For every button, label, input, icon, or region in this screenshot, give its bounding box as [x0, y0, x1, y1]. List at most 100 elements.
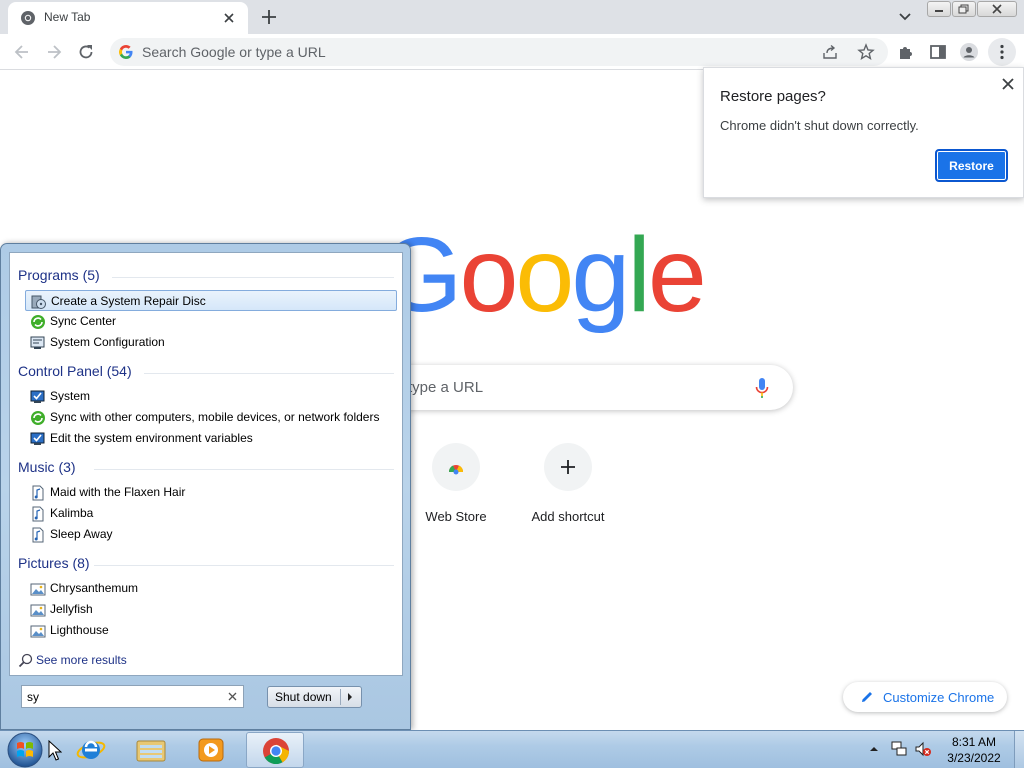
shortcut-label: Add shortcut — [531, 509, 605, 524]
see-more-label: See more results — [36, 653, 127, 667]
result-label: Sleep Away — [50, 527, 113, 541]
start-search-input[interactable] — [27, 689, 217, 705]
profile-avatar-icon[interactable] — [959, 42, 979, 62]
restore-window-icon — [958, 4, 969, 14]
search-result-item[interactable]: System — [25, 386, 397, 407]
system-icon — [30, 390, 45, 403]
side-panel-icon[interactable] — [928, 42, 948, 62]
see-more-results-link[interactable]: See more results — [18, 652, 158, 670]
taskbar-chrome[interactable] — [246, 732, 304, 768]
group-divider — [144, 373, 394, 374]
restore-button[interactable]: Restore — [935, 149, 1008, 182]
forward-arrow-icon[interactable] — [44, 42, 64, 62]
taskbar-internet-explorer[interactable] — [62, 732, 120, 768]
tab-strip: New Tab — [0, 0, 1024, 34]
google-g-icon — [119, 45, 133, 59]
restore-window-button[interactable] — [952, 1, 976, 17]
media-player-icon — [198, 738, 224, 762]
result-label: Jellyfish — [50, 602, 93, 616]
search-result-item[interactable]: Maid with the Flaxen Hair — [25, 482, 397, 503]
search-result-item[interactable]: Create a System Repair Disc — [25, 290, 397, 311]
search-result-item[interactable]: Kalimba — [25, 503, 397, 524]
search-result-item[interactable]: Sync Center — [25, 311, 397, 332]
bookmark-star-icon[interactable] — [857, 43, 875, 61]
new-tab-button[interactable] — [258, 6, 280, 28]
clear-search-icon[interactable] — [226, 690, 239, 703]
internet-explorer-icon — [76, 740, 106, 759]
pencil-icon — [862, 692, 872, 702]
customize-label: Customize Chrome — [883, 690, 995, 705]
shutdown-label: Shut down — [275, 690, 332, 704]
chrome-icon — [263, 738, 290, 765]
show-hidden-icons-icon[interactable] — [868, 743, 880, 755]
search-result-item[interactable]: Edit the system environment variables — [25, 428, 397, 449]
clock-time: 8:31 AM — [951, 735, 997, 749]
result-group-header[interactable]: Pictures (8) — [18, 555, 90, 571]
music-file-icon — [32, 527, 44, 543]
ntp-search-placeholder: type a URL — [408, 379, 484, 396]
system-icon — [30, 432, 45, 445]
music-file-icon — [32, 506, 44, 522]
shutdown-separator — [340, 689, 341, 705]
system-clock[interactable]: 8:31 AM 3/23/2022 — [938, 734, 1010, 766]
customize-chrome-button[interactable]: Customize Chrome — [843, 682, 1007, 712]
reload-icon[interactable] — [76, 42, 96, 62]
kebab-menu-icon — [1000, 44, 1004, 60]
close-icon[interactable] — [220, 9, 238, 27]
start-menu: Programs (5) Create a System Repair Disc S… — [0, 243, 411, 730]
menu-button[interactable] — [988, 38, 1016, 66]
sync-icon — [31, 411, 45, 425]
minimize-button[interactable] — [927, 1, 951, 17]
result-group-header[interactable]: Programs (5) — [18, 267, 100, 283]
network-icon[interactable] — [890, 740, 908, 758]
start-search-box[interactable] — [21, 685, 244, 708]
dialog-title: Restore pages? — [720, 88, 826, 105]
shortcut-add[interactable]: Add shortcut — [518, 443, 618, 524]
result-group-header[interactable]: Control Panel (54) — [18, 363, 132, 379]
search-results-pane: Programs (5) Create a System Repair Disc S… — [9, 252, 403, 676]
result-label: Create a System Repair Disc — [51, 294, 206, 308]
result-label: Maid with the Flaxen Hair — [50, 485, 186, 499]
search-result-item[interactable]: Chrysanthemum — [25, 578, 397, 599]
result-label: Lighthouse — [50, 623, 109, 637]
search-result-item[interactable]: Sync with other computers, mobile device… — [25, 407, 397, 428]
chevron-down-icon[interactable] — [896, 9, 914, 25]
share-icon[interactable] — [822, 44, 838, 60]
show-desktop-button[interactable] — [1014, 731, 1024, 768]
repair-disc-icon — [31, 295, 46, 309]
tab-new-tab[interactable]: New Tab — [8, 2, 248, 34]
shortcut-web-store[interactable]: Web Store — [406, 443, 506, 524]
picture-file-icon — [30, 583, 46, 596]
taskbar-media-player[interactable] — [182, 732, 240, 768]
result-group-header[interactable]: Music (3) — [18, 459, 76, 475]
microphone-icon[interactable] — [754, 377, 770, 399]
extensions-puzzle-icon[interactable] — [896, 42, 916, 62]
taskbar-file-explorer[interactable] — [122, 732, 180, 768]
volume-muted-icon[interactable] — [914, 740, 932, 758]
search-result-item[interactable]: Sleep Away — [25, 524, 397, 545]
logo-letter: g — [571, 216, 630, 334]
mouse-cursor-icon — [48, 740, 62, 761]
window-close-button[interactable] — [977, 1, 1017, 17]
search-result-item[interactable]: System Configuration — [25, 332, 397, 353]
omnibox[interactable] — [110, 38, 888, 66]
tab-title: New Tab — [44, 10, 91, 24]
result-label: System — [50, 389, 91, 403]
shutdown-button[interactable]: Shut down — [267, 686, 362, 708]
start-orb-icon[interactable] — [6, 731, 44, 768]
result-label: Sync Center — [50, 314, 117, 328]
search-result-item[interactable]: Lighthouse — [25, 620, 397, 641]
system-config-icon — [30, 336, 45, 349]
arrow-right-icon[interactable] — [346, 692, 354, 702]
search-result-item[interactable]: Jellyfish — [25, 599, 397, 620]
back-arrow-icon[interactable] — [12, 42, 32, 62]
result-label: Kalimba — [50, 506, 94, 520]
omnibox-input[interactable] — [142, 42, 782, 62]
ntp-search-box[interactable]: type a URL — [386, 365, 793, 410]
browser-toolbar — [0, 34, 1024, 70]
dialog-message: Chrome didn't shut down correctly. — [720, 118, 919, 133]
sync-icon — [31, 315, 45, 329]
result-label: Sync with other computers, mobile device… — [50, 410, 380, 424]
restore-pages-dialog: Restore pages? Chrome didn't shut down c… — [703, 67, 1024, 198]
close-icon[interactable] — [1000, 76, 1016, 92]
